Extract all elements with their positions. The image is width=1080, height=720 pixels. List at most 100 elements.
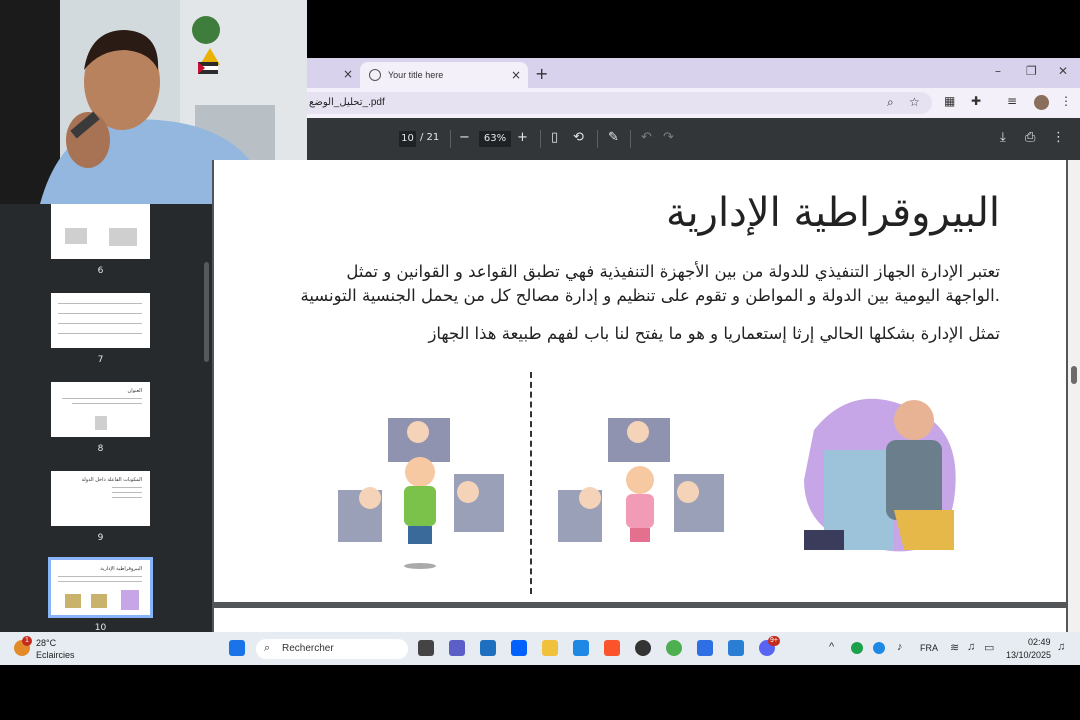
thumbnail-label: 10 xyxy=(94,623,107,632)
weather-temperature[interactable]: 28°C xyxy=(36,638,56,648)
tab-title: Your title here xyxy=(388,70,444,80)
mini-line xyxy=(112,492,142,493)
mini-illustration xyxy=(95,416,107,430)
thumbnail-label: 8 xyxy=(97,444,104,454)
file-explorer-icon[interactable] xyxy=(542,640,558,656)
toolbar-divider xyxy=(540,130,541,148)
toolbar-divider xyxy=(450,130,451,148)
mini-line xyxy=(112,487,142,488)
new-tab-button[interactable]: + xyxy=(535,64,548,83)
annotate-pen-icon[interactable]: ✎ xyxy=(608,130,619,145)
next-pdf-page xyxy=(214,608,1066,632)
mini-line xyxy=(58,581,142,582)
mini-line xyxy=(58,303,142,304)
address-bar: تحليل_الوضع_.pdf ⌕ ☆ ▦ ✚ ≡ ⋮ xyxy=(307,88,1080,118)
page-number-input[interactable]: 10 xyxy=(399,131,416,147)
page-thumbnail[interactable] xyxy=(51,293,150,348)
chevron-up-icon[interactable]: ^ xyxy=(829,641,834,653)
mini-line xyxy=(112,497,142,498)
sidebar-scroll-thumb[interactable] xyxy=(204,262,209,362)
illustration-worried-citizen xyxy=(558,418,724,542)
puzzle-icon[interactable]: ✚ xyxy=(971,94,981,108)
tab-close-icon[interactable]: × xyxy=(343,67,353,81)
weather-badge: 1 xyxy=(22,636,32,646)
more-menu-icon[interactable]: ⋮ xyxy=(1052,130,1065,145)
globe-icon xyxy=(369,69,381,81)
mini-illustration xyxy=(91,594,107,608)
thumbnail-mini-title: المكونات الفاعلة داخل الدولة xyxy=(81,477,142,483)
pdf-page: البيروقراطية الإدارية تعتبر الإدارة الجه… xyxy=(214,160,1066,602)
battery-icon[interactable]: ▭ xyxy=(984,641,994,654)
viewer-scrollbar[interactable] xyxy=(1068,160,1080,632)
extension-grid-icon[interactable]: ▦ xyxy=(944,94,955,108)
zoom-in-button[interactable]: + xyxy=(517,130,528,145)
omnibox[interactable]: تحليل_الوضع_.pdf ⌕ ☆ xyxy=(307,92,932,114)
tab-active[interactable]: Your title here × xyxy=(360,62,528,88)
thumbnail-label: 7 xyxy=(97,355,104,365)
task-view-icon[interactable] xyxy=(418,640,434,656)
tab-close-icon[interactable]: × xyxy=(511,68,521,82)
url-text[interactable]: تحليل_الوضع_.pdf xyxy=(309,97,385,108)
mini-line xyxy=(58,576,142,577)
clock-time[interactable]: 02:49 xyxy=(1028,637,1051,647)
bookmark-star-icon[interactable]: ☆ xyxy=(909,95,920,109)
slide-title: البيروقراطية الإدارية xyxy=(666,190,1000,236)
search-placeholder: Rechercher xyxy=(282,643,334,654)
slide-paragraph: تمثل الإدارة بشكلها الحالي إرثا إستعماري… xyxy=(428,324,1000,343)
brave-browser-icon[interactable] xyxy=(604,640,620,656)
sidebar-scrollbar[interactable] xyxy=(202,204,212,632)
bluetooth-icon[interactable] xyxy=(873,642,885,654)
mini-line xyxy=(58,323,142,324)
rotate-icon[interactable]: ⟲ xyxy=(573,130,584,145)
download-icon[interactable]: ⤓ xyxy=(1000,130,1006,145)
mini-illustration xyxy=(65,594,81,608)
language-indicator[interactable]: FRA xyxy=(920,643,938,653)
page-total: / 21 xyxy=(420,132,440,143)
notification-badge: 9+ xyxy=(768,636,780,646)
fit-page-icon[interactable]: ▯ xyxy=(551,130,558,145)
zoom-magnifier-icon[interactable]: ⌕ xyxy=(887,95,894,110)
obs-icon[interactable] xyxy=(635,640,651,656)
clock-date[interactable]: 13/10/2025 xyxy=(1006,650,1051,660)
tab-previous[interactable]: × xyxy=(307,62,359,88)
weather-description[interactable]: Eclaircies xyxy=(36,650,75,660)
teams-icon[interactable] xyxy=(449,640,465,656)
page-thumbnail[interactable] xyxy=(51,204,150,259)
taskbar-search[interactable]: ⌕ Rechercher xyxy=(256,639,408,659)
window-close-icon[interactable]: ✕ xyxy=(1058,64,1068,78)
page-thumbnail-selected[interactable]: البيروقراطية الإدارية xyxy=(48,557,153,618)
thumbnail-mini-title: البيروقراطية الإدارية xyxy=(100,566,142,572)
restore-icon[interactable]: ❐ xyxy=(1026,64,1037,78)
viewer-scroll-thumb[interactable] xyxy=(1071,366,1077,384)
volume-icon[interactable]: ♫ xyxy=(967,641,975,653)
windows-taskbar: 1 28°C Eclaircies ⌕ Rechercher 9+ ^ ♪ FR… xyxy=(0,632,1080,665)
print-icon[interactable]: ⎙ xyxy=(1025,130,1035,145)
photos-icon[interactable] xyxy=(728,640,744,656)
search-icon: ⌕ xyxy=(264,642,271,654)
zoom-input[interactable]: 63% xyxy=(479,131,511,147)
page-thumbnail[interactable]: المكونات الفاعلة داخل الدولة xyxy=(51,471,150,526)
profile-avatar[interactable] xyxy=(1034,95,1049,110)
redo-icon[interactable]: ↷ xyxy=(663,130,674,145)
microphone-icon[interactable]: ♪ xyxy=(897,641,903,653)
tab-bar: × Your title here × + – ❐ ✕ xyxy=(307,58,1080,88)
notifications-bell-icon[interactable]: ♫ xyxy=(1057,641,1065,653)
slide-paragraph-line: .الواجهة اليومية بين الدولة و المواطن و … xyxy=(300,286,1000,305)
dropbox-icon[interactable] xyxy=(511,640,527,656)
zoom-out-button[interactable]: − xyxy=(459,130,470,145)
tray-app-icon[interactable] xyxy=(851,642,863,654)
wifi-icon[interactable]: ≋ xyxy=(950,641,959,654)
page-thumbnail[interactable]: العنوان xyxy=(51,382,150,437)
menu-kebab-icon[interactable]: ⋮ xyxy=(1060,94,1072,108)
media-queue-icon[interactable]: ≡ xyxy=(1007,94,1017,108)
thumbnail-sidebar: 6 7 العنوان 8 المكونات الفاعلة داخل الدو… xyxy=(0,204,212,632)
app-icon[interactable] xyxy=(697,640,713,656)
pdf-toolbar: 10 / 21 − 63% + ▯ ⟲ ✎ ↶ ↷ ⤓ ⎙ ⋮ xyxy=(307,118,1080,160)
minimize-icon[interactable]: – xyxy=(995,64,1001,78)
store-icon[interactable] xyxy=(480,640,496,656)
chrome-icon[interactable] xyxy=(666,640,682,656)
remote-desktop-icon[interactable] xyxy=(573,640,589,656)
windows-start-icon[interactable] xyxy=(229,640,245,656)
undo-icon[interactable]: ↶ xyxy=(641,130,652,145)
letterbox-bottom xyxy=(0,665,1080,720)
